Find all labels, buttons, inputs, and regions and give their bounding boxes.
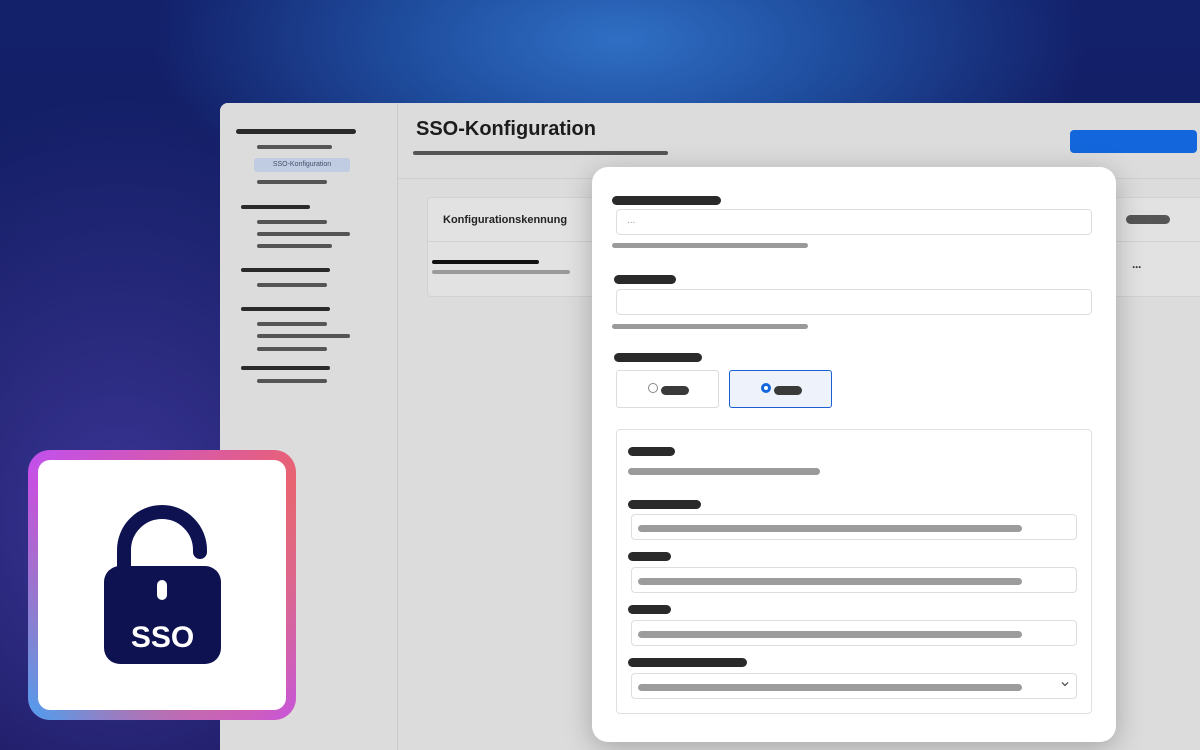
sidebar-item[interactable]	[257, 334, 350, 338]
sidebar-section-heading	[241, 268, 330, 272]
input-value	[638, 578, 1022, 585]
sidebar-item[interactable]	[257, 322, 327, 326]
row-menu-icon[interactable]: ···	[1132, 260, 1142, 274]
protocol-option-2[interactable]	[729, 370, 832, 408]
settings-input-3[interactable]	[631, 620, 1077, 646]
radio-label	[661, 386, 689, 395]
sso-badge: SSO	[28, 450, 296, 720]
identifier-placeholder: ...	[627, 215, 636, 226]
sidebar-item[interactable]	[257, 244, 332, 248]
sidebar-item[interactable]	[257, 232, 350, 236]
sidebar-item[interactable]	[257, 347, 327, 351]
column-header-actions	[1126, 215, 1170, 224]
page-subtitle	[413, 151, 668, 155]
panel-description	[628, 468, 820, 475]
sso-badge-card: SSO	[38, 460, 286, 710]
panel-heading	[628, 447, 675, 456]
protocol-option-1[interactable]	[616, 370, 719, 408]
radio-button[interactable]	[648, 383, 658, 393]
sidebar-section-heading	[236, 129, 356, 134]
field-label	[628, 605, 671, 614]
input-value	[638, 631, 1022, 638]
field-hint	[612, 243, 808, 248]
sidebar-item[interactable]	[257, 180, 327, 184]
radio-label	[774, 386, 802, 395]
identifier-input[interactable]: ...	[616, 209, 1092, 235]
field-hint	[612, 324, 808, 329]
sidebar-item-sso-konfiguration[interactable]: SSO-Konfiguration	[254, 158, 350, 172]
input-value	[638, 525, 1022, 532]
settings-input-2[interactable]	[631, 567, 1077, 593]
sidebar-item[interactable]	[257, 283, 327, 287]
field-label	[628, 500, 701, 509]
table-row-secondary-text	[432, 270, 570, 274]
settings-input-1[interactable]	[631, 514, 1077, 540]
unlocked-padlock-icon: SSO	[104, 505, 221, 664]
field-label	[612, 196, 721, 205]
select-value	[638, 684, 1022, 691]
field-label	[628, 658, 747, 667]
sidebar-item[interactable]	[257, 379, 327, 383]
field-label	[614, 275, 676, 284]
settings-select[interactable]	[631, 673, 1077, 699]
sidebar-section-heading	[241, 205, 310, 209]
radio-button-selected[interactable]	[761, 383, 771, 393]
sidebar-section-heading	[241, 307, 330, 311]
name-input[interactable]	[616, 289, 1092, 315]
sso-label: SSO	[131, 621, 194, 654]
primary-action-button[interactable]	[1070, 130, 1197, 153]
sidebar-item[interactable]	[257, 220, 327, 224]
protocol-settings-panel	[616, 429, 1092, 714]
sso-config-modal: ...	[592, 167, 1116, 742]
sidebar-item[interactable]	[257, 145, 332, 149]
table-row-primary-text[interactable]	[432, 260, 539, 264]
page-title: SSO-Konfiguration	[416, 118, 596, 140]
sidebar-section-heading	[241, 366, 330, 370]
protocol-label	[614, 353, 702, 362]
field-label	[628, 552, 671, 561]
chevron-down-icon	[1061, 682, 1069, 687]
column-header-konfigurationskennung[interactable]: Konfigurationskennung	[443, 214, 567, 226]
